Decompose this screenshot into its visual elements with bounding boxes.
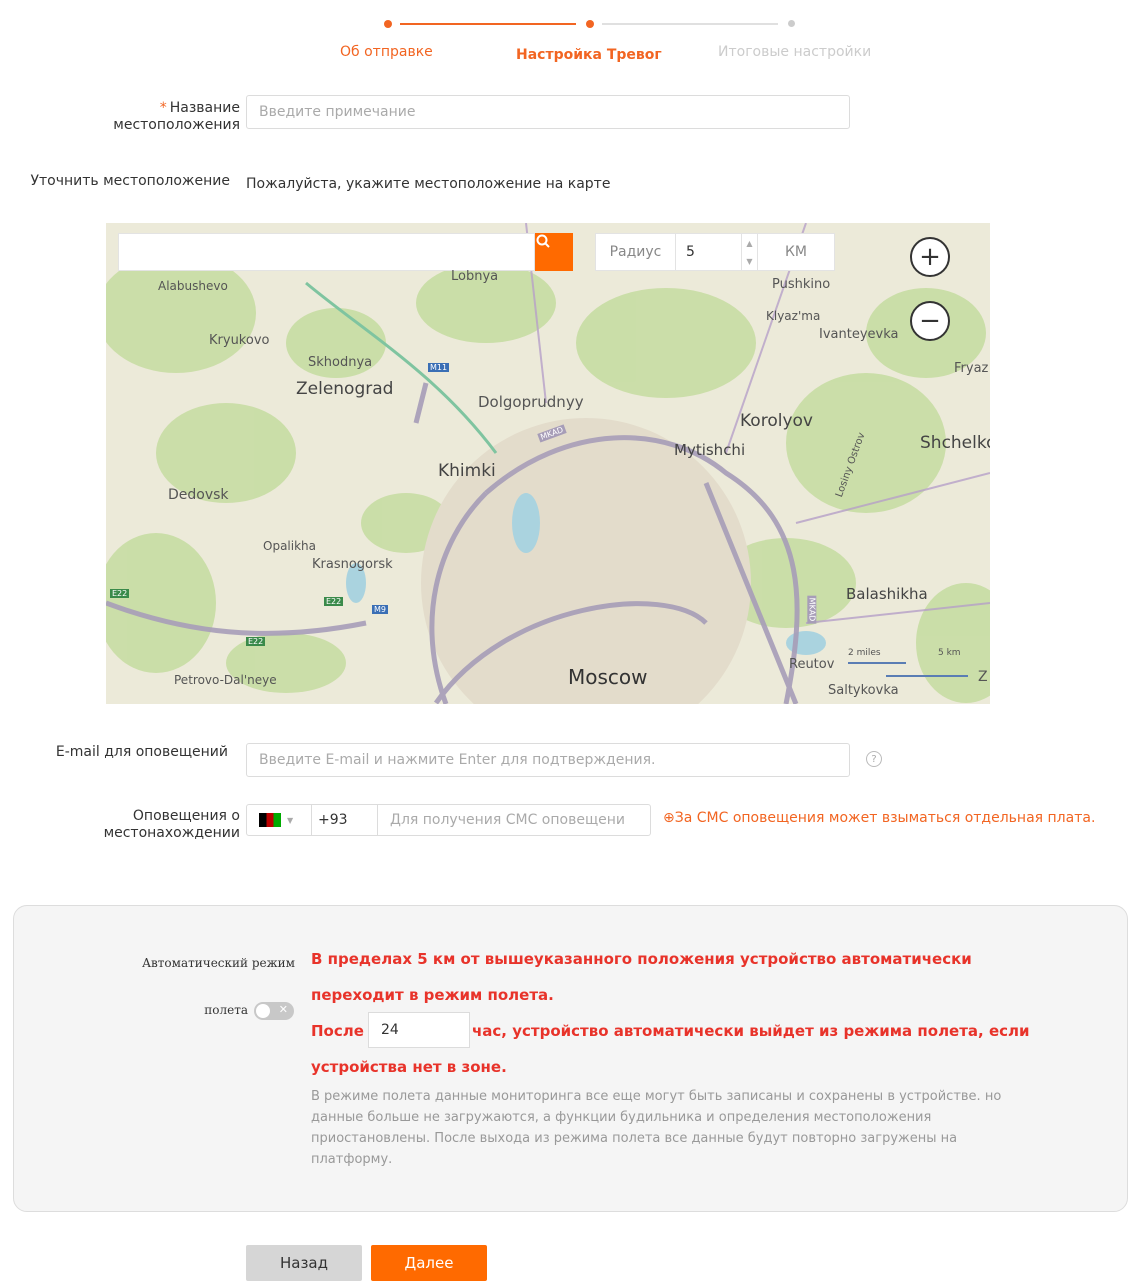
- map-place-label: Pushkino: [772, 277, 831, 292]
- back-button[interactable]: Назад: [246, 1245, 362, 1281]
- map-place-label: Petrovo-Dal'neye: [174, 673, 277, 687]
- map-place-label: Khimki: [438, 461, 496, 481]
- location-name-label-line2: местоположения: [113, 117, 240, 133]
- location-name-placeholder: Введите примечание: [259, 104, 416, 120]
- road-label: M9: [372, 605, 388, 614]
- refine-location-label: Уточнить местоположение: [30, 173, 230, 189]
- location-name-label-line1: Название: [169, 100, 240, 116]
- required-mark: *: [159, 100, 167, 116]
- hours-input[interactable]: 24: [368, 1012, 470, 1048]
- map-place-label: Skhodnya: [308, 355, 373, 370]
- hours-value: 24: [381, 1022, 399, 1038]
- map-place-label: Ivanteyevka: [819, 327, 899, 342]
- map-place-label: Moscow: [568, 665, 648, 689]
- airplane-label-line1: Автоматический режим: [141, 956, 295, 970]
- location-name-input[interactable]: Введите примечание: [246, 95, 850, 129]
- map-place-label: Balashikha: [846, 585, 928, 603]
- airplane-label-line2: полета: [204, 1003, 248, 1017]
- step-dot-2: [586, 20, 594, 28]
- email-input[interactable]: Введите E-mail и нажмите Enter для подтв…: [246, 743, 850, 777]
- airplane-line1: В пределах 5 км от вышеуказанного положе…: [311, 950, 972, 968]
- radius-label: Радиус: [596, 234, 676, 270]
- road-label: E22: [324, 597, 344, 606]
- phone-placeholder: Для получения СМС оповещени: [390, 812, 625, 828]
- map-place-label: Mytishchi: [674, 441, 746, 459]
- email-label: E-mail для оповещений: [55, 744, 228, 760]
- scale-km: 5 km: [938, 648, 961, 658]
- road-label: MKAD: [807, 595, 817, 624]
- map-place-label: Dolgoprudnyy: [478, 393, 584, 411]
- step-label-2[interactable]: Настройка Тревог: [516, 47, 662, 63]
- country-select[interactable]: ▼: [246, 804, 312, 836]
- airplane-line4: устройства нет в зоне.: [311, 1058, 507, 1076]
- chevron-down-icon: ▼: [287, 815, 294, 825]
- sms-label-line2: местонахождении: [103, 825, 240, 841]
- map-place-label: Shchelko: [920, 433, 990, 453]
- map-place-label: Fryaz: [954, 361, 989, 376]
- next-button[interactable]: Далее: [371, 1245, 487, 1281]
- airplane-mode-toggle[interactable]: ✕: [254, 1002, 294, 1020]
- map-place-label: Lobnya: [451, 269, 499, 284]
- map-tiles: [106, 223, 990, 704]
- radius-unit: КМ: [784, 244, 808, 260]
- zoom-out-button[interactable]: −: [910, 301, 950, 341]
- map-place-label: Dedovsk: [168, 487, 229, 503]
- map-place-label: Saltykovka: [828, 683, 899, 698]
- radius-control: Радиус 5 ▲ ▼ КМ: [595, 233, 835, 271]
- road-label: E22: [110, 589, 130, 598]
- airplane-line2: переходит в режим полета.: [311, 986, 554, 1004]
- email-placeholder: Введите E-mail и нажмите Enter для подтв…: [259, 752, 656, 768]
- road-label: M11: [428, 363, 450, 372]
- radius-input[interactable]: 5 ▲ ▼: [676, 234, 758, 270]
- airplane-after-prefix: После: [311, 1022, 364, 1040]
- airplane-mode-panel: Автоматический режим полета ✕ В пределах…: [13, 905, 1128, 1212]
- question-circle-icon[interactable]: ?: [866, 751, 882, 767]
- phone-input[interactable]: Для получения СМС оповещени: [377, 804, 651, 836]
- map-view[interactable]: Радиус 5 ▲ ▼ КМ + − Lobnya Pushkino Alab…: [106, 223, 990, 704]
- chevron-up-icon[interactable]: ▲: [746, 239, 752, 248]
- map-place-label: Krasnogorsk: [312, 557, 393, 572]
- airplane-after-suffix: час, устройство автоматически выйдет из …: [472, 1022, 1030, 1040]
- flag-icon: [259, 813, 281, 827]
- map-place-label: Klyaz'ma: [766, 309, 821, 323]
- step-line-2: [602, 23, 778, 25]
- road-label: E22: [246, 637, 266, 646]
- search-icon: [536, 234, 550, 248]
- map-place-label: Opalikha: [263, 539, 316, 553]
- step-label-1[interactable]: Об отправке: [340, 44, 433, 60]
- scale-miles: 2 miles: [848, 648, 881, 658]
- country-code: +93: [312, 804, 377, 836]
- step-label-3: Итоговые настройки: [718, 44, 872, 60]
- sms-label-line1: Оповещения о: [132, 808, 240, 824]
- close-icon: ✕: [278, 1003, 288, 1016]
- plus-icon: +: [919, 242, 941, 272]
- map-place-label: Reutov: [789, 657, 835, 672]
- progress-stepper: Об отправке Настройка Тревог Итоговые на…: [300, 10, 920, 70]
- step-dot-1: [384, 20, 392, 28]
- minus-icon: −: [919, 306, 941, 336]
- location-name-label: * Название местоположения: [60, 100, 240, 134]
- chevron-down-icon[interactable]: ▼: [746, 257, 752, 266]
- map-place-label: Alabushevo: [158, 279, 228, 293]
- map-search-button[interactable]: [535, 233, 573, 271]
- map-place-label: Z: [978, 669, 988, 685]
- map-place-label: Korolyov: [740, 411, 813, 431]
- sms-fee-note: ⊕За СМС оповещения может взыматься отдел…: [663, 810, 1096, 826]
- toggle-knob: [256, 1004, 270, 1018]
- refine-location-hint: Пожалуйста, укажите местоположение на ка…: [246, 176, 611, 192]
- map-search-input[interactable]: [118, 233, 535, 271]
- step-dot-3: [788, 20, 795, 27]
- map-place-label: Zelenograd: [296, 379, 394, 399]
- zoom-in-button[interactable]: +: [910, 237, 950, 277]
- sms-label: Оповещения о местонахождении: [40, 808, 240, 842]
- radius-value: 5: [686, 244, 695, 260]
- radius-stepper[interactable]: ▲ ▼: [741, 234, 757, 270]
- airplane-description: В режиме полета данные мониторинга все е…: [311, 1089, 1002, 1167]
- step-line-1: [400, 23, 576, 25]
- map-place-label: Kryukovo: [209, 333, 270, 348]
